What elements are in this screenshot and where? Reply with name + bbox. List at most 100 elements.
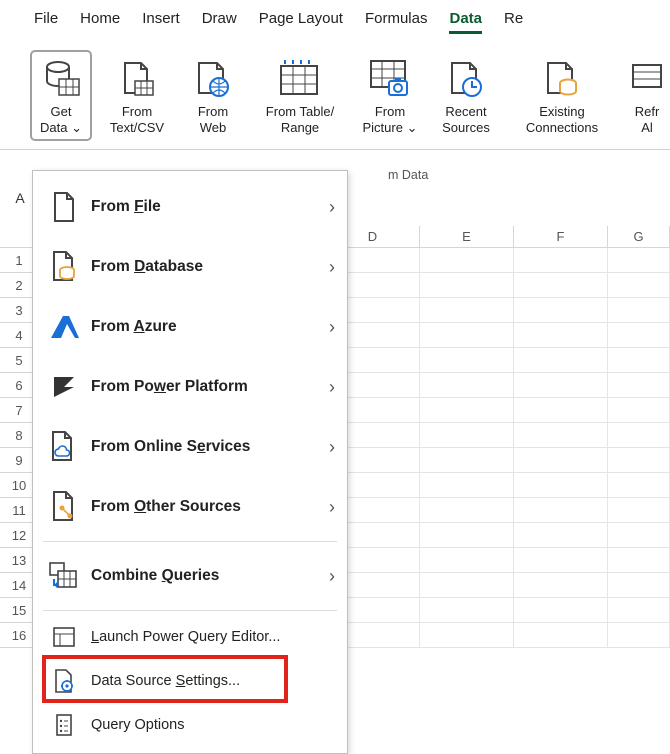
cell[interactable] (608, 473, 670, 498)
refresh-all-button[interactable]: Refr Al (624, 50, 670, 141)
tab-data[interactable]: Data (449, 10, 482, 34)
existing-connections-label: Existing Connections (526, 104, 598, 135)
menu-from-online-services[interactable]: From Online Services › (33, 417, 347, 477)
cell[interactable] (608, 373, 670, 398)
cell[interactable] (514, 273, 608, 298)
get-data-label: Get Data (40, 104, 71, 135)
cell[interactable] (608, 248, 670, 273)
tab-file[interactable]: File (34, 10, 58, 31)
cell[interactable] (514, 573, 608, 598)
menu-from-power-platform[interactable]: From Power Platform › (33, 357, 347, 417)
get-data-button[interactable]: Get Data ⌄ (30, 50, 92, 141)
menu-combine-queries[interactable]: Combine Queries › (33, 546, 347, 606)
col-header-e[interactable]: E (420, 226, 514, 248)
menu-from-database[interactable]: From Database › (33, 237, 347, 297)
menu-data-source-settings[interactable]: Data Source Settings... (33, 659, 347, 703)
chevron-right-icon: › (329, 377, 335, 398)
menu-from-file[interactable]: From File › (33, 177, 347, 237)
from-text-csv-button[interactable]: From Text/CSV (100, 50, 174, 141)
cell[interactable] (608, 448, 670, 473)
refresh-all-label: Refr Al (635, 104, 660, 135)
cell[interactable] (514, 448, 608, 473)
cell[interactable] (514, 623, 608, 648)
menu-launch-pq-label: Launch Power Query Editor... (81, 629, 335, 645)
chevron-right-icon: › (329, 197, 335, 218)
cell[interactable] (514, 398, 608, 423)
cell[interactable] (514, 548, 608, 573)
menu-launch-power-query-editor[interactable]: Launch Power Query Editor... (33, 615, 347, 659)
cell[interactable] (608, 498, 670, 523)
tab-insert[interactable]: Insert (142, 10, 180, 31)
cell[interactable] (514, 473, 608, 498)
database-dropdown-icon (39, 56, 83, 102)
cell[interactable] (608, 273, 670, 298)
existing-connections-icon (542, 56, 582, 102)
cell[interactable] (514, 248, 608, 273)
cell[interactable] (608, 523, 670, 548)
cell[interactable] (608, 573, 670, 598)
azure-icon (47, 314, 81, 340)
from-picture-label: From Picture (363, 104, 406, 135)
menu-separator (43, 610, 337, 611)
menu-from-azure[interactable]: From Azure › (33, 297, 347, 357)
cell[interactable] (608, 548, 670, 573)
existing-connections-button[interactable]: Existing Connections (508, 50, 616, 141)
cell[interactable] (420, 623, 514, 648)
menu-from-online-services-label: From Online Services (81, 438, 329, 456)
tab-page-layout[interactable]: Page Layout (259, 10, 343, 31)
table-range-icon (279, 56, 321, 102)
cell[interactable] (514, 523, 608, 548)
menu-query-options[interactable]: Query Options (33, 703, 347, 747)
cell[interactable] (608, 423, 670, 448)
cell[interactable] (514, 423, 608, 448)
cell[interactable] (420, 423, 514, 448)
combine-queries-icon (47, 561, 81, 591)
menu-data-source-settings-label: Data Source Settings... (81, 673, 335, 689)
cell[interactable] (420, 248, 514, 273)
cell[interactable] (514, 298, 608, 323)
query-options-icon (47, 713, 81, 737)
tab-draw[interactable]: Draw (202, 10, 237, 31)
cell[interactable] (420, 523, 514, 548)
cell[interactable] (420, 273, 514, 298)
col-header-f[interactable]: F (514, 226, 608, 248)
cell[interactable] (514, 498, 608, 523)
cell[interactable] (420, 473, 514, 498)
cell[interactable] (420, 298, 514, 323)
cell[interactable] (420, 323, 514, 348)
from-web-button[interactable]: From Web (182, 50, 244, 141)
cell[interactable] (420, 448, 514, 473)
name-box[interactable]: A (11, 186, 29, 210)
cell[interactable] (420, 398, 514, 423)
ribbon-group-label: m Data (342, 168, 428, 188)
cell[interactable] (608, 598, 670, 623)
tab-formulas[interactable]: Formulas (365, 10, 428, 31)
cell[interactable] (608, 398, 670, 423)
cell[interactable] (420, 598, 514, 623)
from-table-range-button[interactable]: From Table/ Range (252, 50, 348, 141)
cell[interactable] (608, 323, 670, 348)
other-sources-icon (47, 490, 81, 524)
menu-query-options-label: Query Options (81, 717, 335, 733)
tab-review-partial[interactable]: Re (504, 10, 523, 31)
cell[interactable] (420, 573, 514, 598)
cell[interactable] (514, 323, 608, 348)
ribbon: Get Data ⌄ From Text/CSV From Web From T… (0, 46, 670, 150)
cell[interactable] (608, 348, 670, 373)
cell[interactable] (420, 498, 514, 523)
cell[interactable] (514, 348, 608, 373)
cell[interactable] (420, 373, 514, 398)
recent-sources-button[interactable]: Recent Sources (432, 50, 500, 141)
cell[interactable] (514, 373, 608, 398)
cell[interactable] (608, 623, 670, 648)
cell[interactable] (420, 348, 514, 373)
chevron-right-icon: › (329, 257, 335, 278)
cell[interactable] (420, 548, 514, 573)
col-header-g[interactable]: G (608, 226, 670, 248)
from-picture-button[interactable]: From Picture ⌄ (356, 50, 424, 141)
cell[interactable] (608, 298, 670, 323)
menu-from-other-sources[interactable]: From Other Sources › (33, 477, 347, 537)
database-file-icon (47, 250, 81, 284)
tab-home[interactable]: Home (80, 10, 120, 31)
cell[interactable] (514, 598, 608, 623)
